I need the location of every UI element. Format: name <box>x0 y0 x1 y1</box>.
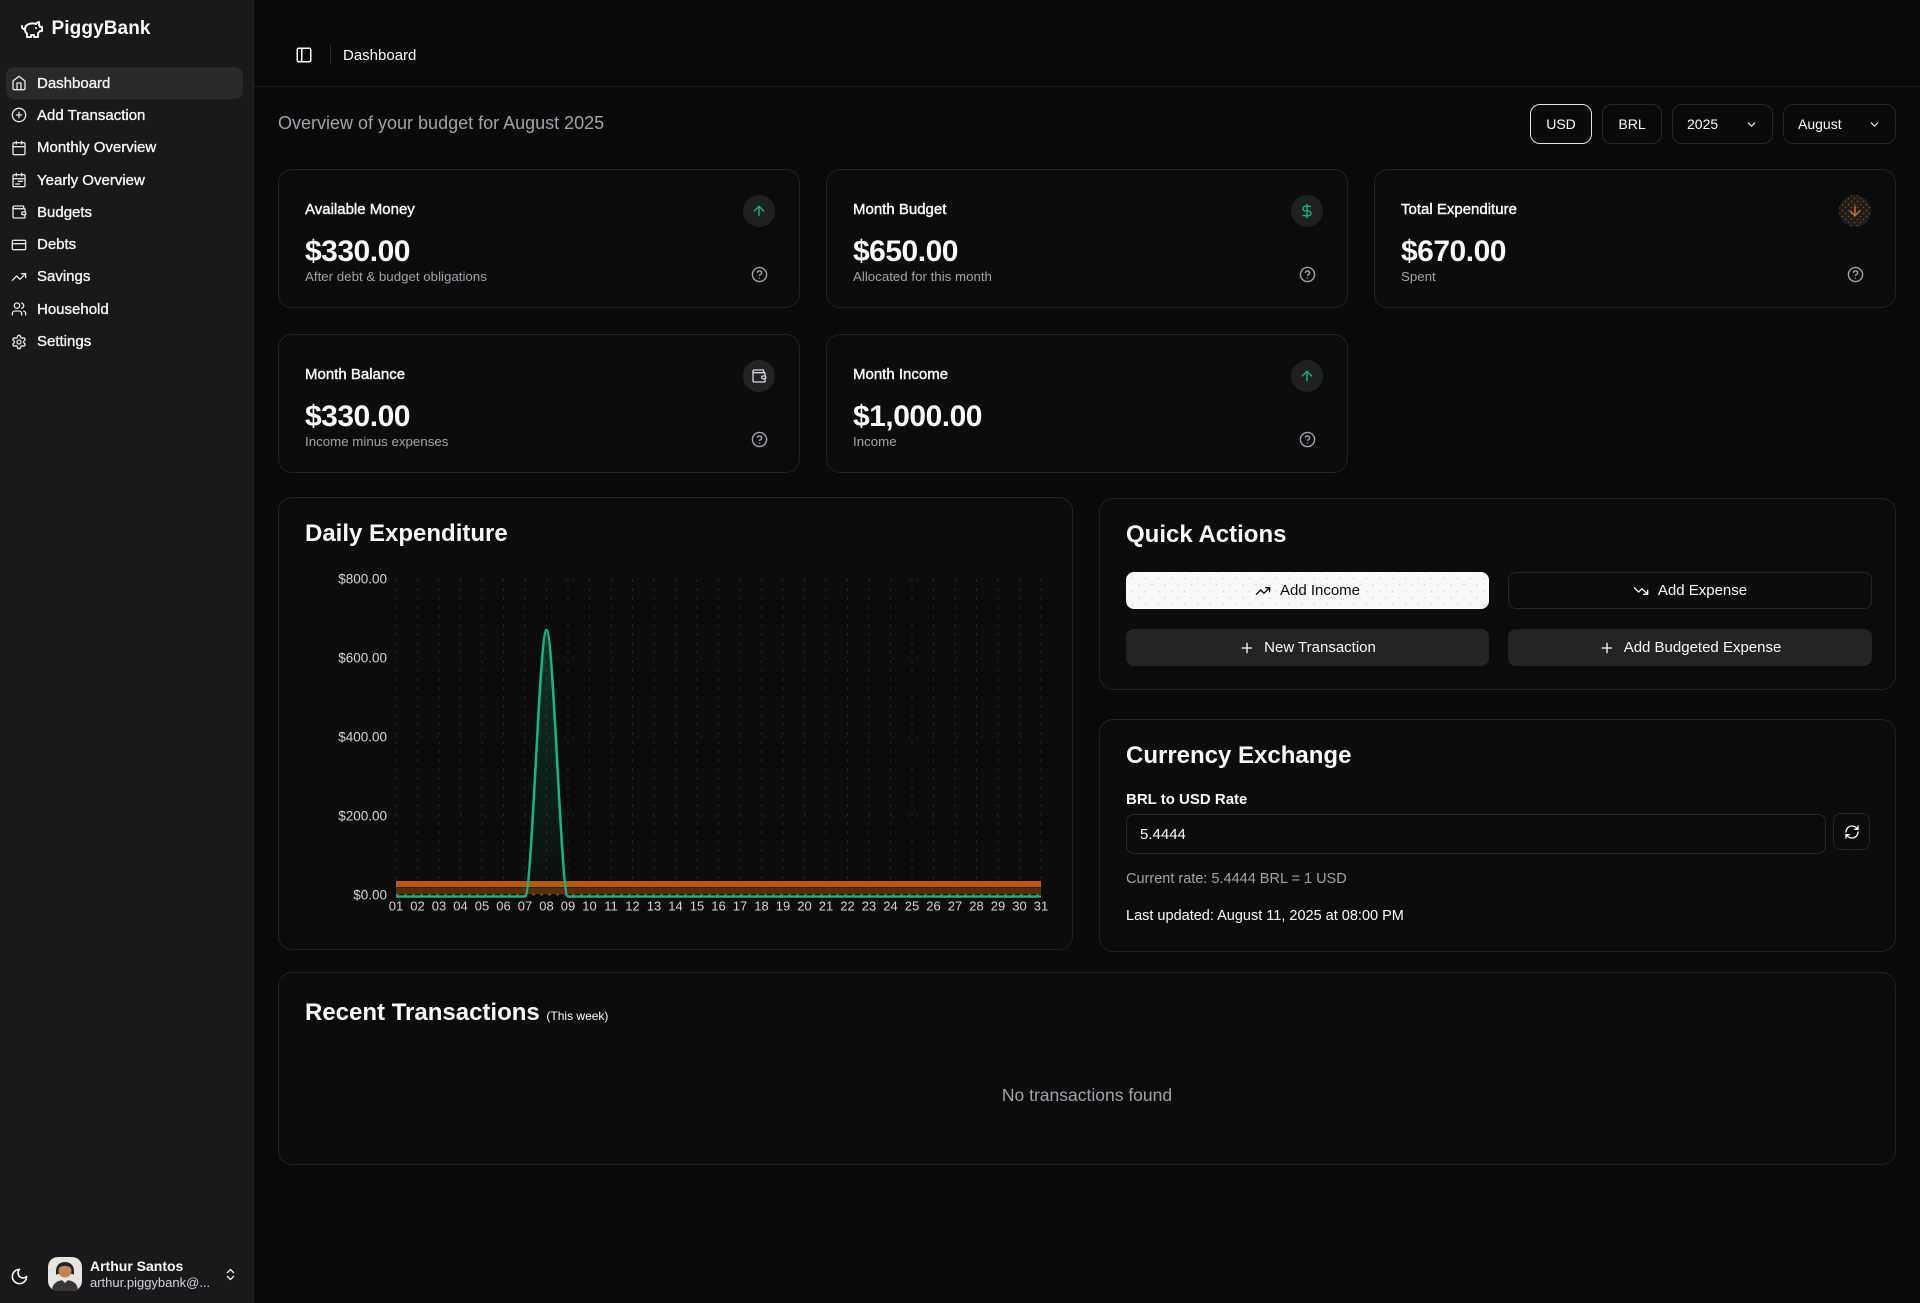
svg-text:23: 23 <box>862 899 876 914</box>
svg-text:14: 14 <box>668 899 682 914</box>
svg-text:01: 01 <box>389 899 403 914</box>
svg-text:06: 06 <box>496 899 510 914</box>
svg-text:21: 21 <box>819 899 833 914</box>
svg-text:19: 19 <box>776 899 790 914</box>
svg-text:25: 25 <box>905 899 919 914</box>
svg-text:30: 30 <box>1012 899 1026 914</box>
svg-text:09: 09 <box>561 899 575 914</box>
svg-text:$200.00: $200.00 <box>338 809 387 824</box>
svg-text:26: 26 <box>926 899 940 914</box>
svg-text:16: 16 <box>711 899 725 914</box>
svg-text:17: 17 <box>733 899 747 914</box>
svg-text:$600.00: $600.00 <box>338 651 387 666</box>
svg-text:12: 12 <box>625 899 639 914</box>
svg-text:31: 31 <box>1034 899 1048 914</box>
svg-text:$400.00: $400.00 <box>338 730 387 745</box>
svg-text:27: 27 <box>948 899 962 914</box>
svg-text:28: 28 <box>969 899 983 914</box>
svg-text:$800.00: $800.00 <box>338 572 387 587</box>
svg-text:29: 29 <box>991 899 1005 914</box>
svg-text:20: 20 <box>797 899 811 914</box>
svg-text:04: 04 <box>453 899 467 914</box>
svg-text:02: 02 <box>410 899 424 914</box>
svg-text:08: 08 <box>539 899 553 914</box>
svg-text:07: 07 <box>518 899 532 914</box>
svg-text:03: 03 <box>432 899 446 914</box>
svg-text:15: 15 <box>690 899 704 914</box>
svg-text:18: 18 <box>754 899 768 914</box>
svg-text:13: 13 <box>647 899 661 914</box>
svg-text:11: 11 <box>604 899 618 914</box>
svg-text:24: 24 <box>883 899 897 914</box>
svg-text:10: 10 <box>582 899 596 914</box>
svg-text:$0.00: $0.00 <box>353 888 387 903</box>
svg-text:22: 22 <box>840 899 854 914</box>
svg-text:05: 05 <box>475 899 489 914</box>
